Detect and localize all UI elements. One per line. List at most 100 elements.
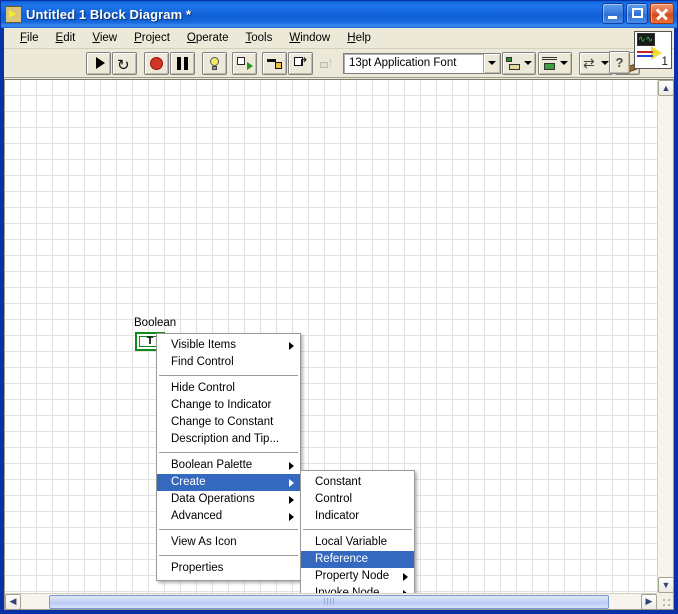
retain-wire-values-button[interactable] [232,51,257,75]
menu-item-advanced[interactable]: Advanced [157,508,300,525]
title-bar[interactable]: Untitled 1 Block Diagram * [1,1,677,28]
terminal-label: Boolean [134,317,177,329]
chevron-down-icon[interactable] [524,61,532,65]
menu-item-find-control[interactable]: Find Control [157,354,300,371]
menu-operate[interactable]: Operate [179,29,238,47]
scrollbar-corner-grip [657,593,673,609]
font-selector-value: 13pt Application Font [349,57,457,69]
horizontal-scroll-thumb[interactable] [49,594,609,609]
window-title: Untitled 1 Block Diagram * [26,7,192,22]
highlight-execution-icon [209,56,220,70]
menu-item-change-to-constant[interactable]: Change to Constant [157,414,300,431]
menu-item-view-as-icon[interactable]: View As Icon [157,534,300,551]
grip-icon [324,598,334,605]
run-button[interactable] [86,51,111,75]
maximize-button[interactable] [626,3,648,24]
step-over-button[interactable] [288,51,313,75]
labview-vi-icon [5,6,22,23]
help-button[interactable]: ? [609,51,630,74]
run-arrow-icon [96,57,105,69]
chevron-down-icon[interactable] [601,61,609,65]
window-client-area: File Edit View Project Operate Tools Win… [1,28,677,613]
scroll-up-button[interactable]: ▲ [658,80,673,96]
submenu-item-control[interactable]: Control [301,491,414,508]
submenu-item-property-node[interactable]: Property Node [301,568,414,585]
vertical-scrollbar[interactable]: ▲ ▼ [657,80,673,593]
pause-button[interactable] [170,51,195,75]
menu-edit[interactable]: Edit [48,29,85,47]
submenu-item-reference[interactable]: Reference [301,551,414,568]
chevron-down-icon[interactable] [560,61,568,65]
reorder-button[interactable] [579,51,613,75]
menu-tools[interactable]: Tools [237,29,281,47]
submenu-arrow-icon [289,512,294,521]
minimize-icon [608,16,617,19]
run-continuously-button[interactable] [112,51,137,75]
labview-block-diagram-window: Untitled 1 Block Diagram * File Edit Vie… [0,0,678,614]
submenu-arrow-icon [289,341,294,350]
menu-bar: File Edit View Project Operate Tools Win… [4,28,674,49]
distribute-objects-icon [542,56,558,70]
vi-icon-number: 1 [661,54,668,68]
run-continuously-icon [117,57,132,70]
step-into-button[interactable] [262,51,287,75]
menu-item-change-to-indicator[interactable]: Change to Indicator [157,397,300,414]
menu-help[interactable]: Help [339,29,380,47]
menu-item-hide-control[interactable]: Hide Control [157,380,300,397]
pause-icon [176,56,189,70]
menu-project[interactable]: Project [126,29,179,47]
menu-separator [159,375,298,376]
close-button[interactable] [650,3,674,24]
retain-wire-values-icon [236,56,253,70]
submenu-arrow-icon [403,572,408,581]
abort-execution-button[interactable] [144,51,169,75]
submenu-item-invoke-node[interactable]: Invoke Node [301,585,414,593]
highlight-execution-button[interactable] [202,51,227,75]
submenu-item-indicator[interactable]: Indicator [301,508,414,525]
menu-separator [159,452,298,453]
reorder-icon [583,55,599,72]
block-diagram-canvas-wrap: Boolean T Visible Items Find Control Hid… [4,79,674,610]
block-diagram-canvas[interactable]: Boolean T Visible Items Find Control Hid… [5,80,657,593]
vi-icon-pane[interactable]: ∿∿ 1 [634,31,672,69]
scroll-right-button[interactable]: ▶ [641,593,657,609]
submenu-arrow-icon [403,589,408,593]
submenu-arrow-icon [289,495,294,504]
context-menu: Visible Items Find Control Hide Control … [156,333,301,581]
abort-execution-icon [150,56,163,70]
menu-item-create[interactable]: Create [157,474,300,491]
create-submenu: Constant Control Indicator Local Variabl… [300,470,415,593]
menu-item-description-and-tip[interactable]: Description and Tip... [157,431,300,448]
scroll-down-button[interactable]: ▼ [658,577,673,593]
submenu-item-constant[interactable]: Constant [301,474,414,491]
step-over-icon [293,55,309,70]
menu-view[interactable]: View [84,29,126,47]
chevron-down-icon[interactable] [483,53,500,73]
submenu-item-local-variable[interactable]: Local Variable [301,534,414,551]
vi-icon-graph: ∿∿ [637,33,655,46]
font-selector[interactable]: 13pt Application Font [343,52,501,74]
menu-item-visible-items[interactable]: Visible Items [157,337,300,354]
align-objects-icon [506,56,522,70]
menu-item-boolean-palette[interactable]: Boolean Palette [157,457,300,474]
horizontal-scrollbar[interactable]: ◀ ▶ [5,593,657,609]
distribute-objects-button[interactable] [538,51,572,75]
align-objects-button[interactable] [502,51,536,75]
minimize-button[interactable] [602,3,624,24]
window-controls [602,3,674,24]
menu-item-data-operations[interactable]: Data Operations [157,491,300,508]
step-into-icon [266,56,283,70]
step-out-button[interactable] [314,52,339,75]
menu-separator [159,529,298,530]
menu-separator [159,555,298,556]
submenu-arrow-icon [289,478,294,487]
scroll-left-button[interactable]: ◀ [5,593,21,609]
menu-file[interactable]: File [12,29,48,47]
menu-separator [303,529,412,530]
submenu-arrow-icon [289,461,294,470]
step-out-icon [319,55,335,70]
toolbar: 13pt Application Font ? [4,31,674,78]
menu-item-properties[interactable]: Properties [157,560,300,577]
menu-window[interactable]: Window [281,29,339,47]
terminal-glyph: T [146,335,154,347]
